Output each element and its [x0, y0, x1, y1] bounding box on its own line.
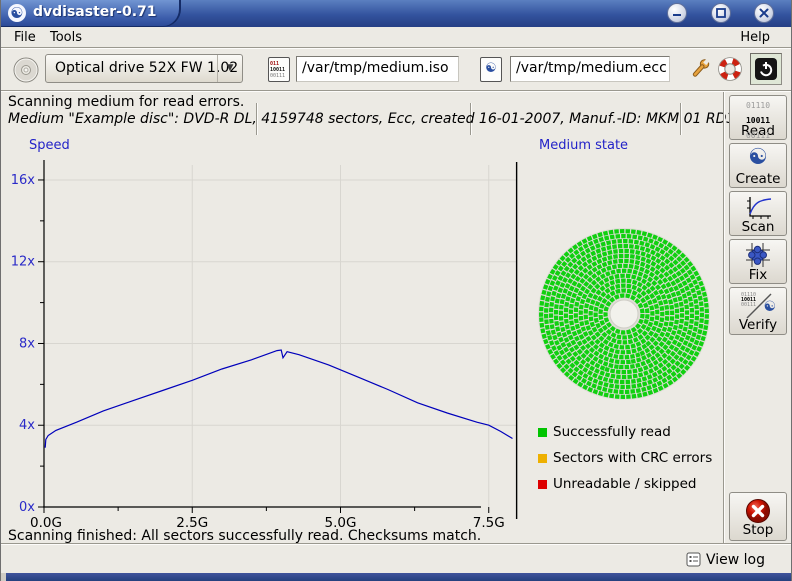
maximize-button[interactable]	[711, 3, 731, 23]
scan-button[interactable]: Scan	[729, 191, 787, 236]
svg-text:16x: 16x	[11, 173, 36, 188]
resize-corner[interactable]	[1, 573, 6, 581]
drive-selector-value: Optical drive 52X FW 1.02	[55, 60, 239, 76]
ecc-path-input[interactable]: /var/tmp/medium.ecc	[510, 56, 670, 82]
yin-yang-icon: ☯	[748, 145, 768, 170]
footer: View log	[1, 545, 791, 573]
dvdisaster-lifebuoy-icon[interactable]	[717, 56, 743, 86]
status-medium-info: Medium "Example disc": DVD-R DL, 4159748…	[8, 111, 749, 127]
read-icon: 01110 10011 00111	[745, 101, 771, 140]
window-resize-bar[interactable]	[1, 573, 791, 581]
stop-icon	[730, 496, 786, 523]
app-yin-yang-icon: ☯	[8, 4, 26, 22]
preferences-wrench-icon[interactable]	[687, 56, 713, 86]
legend-swatch-success	[538, 428, 547, 437]
window-title: dvdisaster-0.71	[33, 4, 157, 20]
create-button[interactable]: ☯ Create	[729, 143, 787, 188]
menu-bar: File Tools Help	[1, 27, 791, 47]
toolbar: Optical drive 52X FW 1.02 ▼ 011 10011 0011…	[1, 49, 791, 135]
title-bar[interactable]: ☯ dvdisaster-0.71	[1, 0, 791, 27]
separator	[1, 90, 791, 92]
ecc-file-icon: ☯	[480, 57, 502, 82]
menu-file[interactable]: File	[9, 29, 41, 46]
medium-state-disc	[538, 228, 710, 400]
verify-button[interactable]: 01110 10011 00111 ☯ Verify	[729, 287, 787, 335]
svg-text:12x: 12x	[11, 255, 36, 270]
status-action-text: Scanning medium for read errors.	[8, 94, 245, 110]
drive-selector[interactable]: Optical drive 52X FW 1.02 ▼	[45, 54, 243, 83]
medium-state-title: Medium state	[539, 138, 629, 153]
stop-button[interactable]: Stop	[729, 492, 787, 541]
fix-button[interactable]: Fix	[729, 239, 787, 284]
chevron-down-icon[interactable]: ▼	[217, 55, 242, 82]
speed-chart: 0x4x8x12x16x0.0G 2.5G 5.0G 7.5G	[11, 160, 518, 531]
verify-icon: 01110 10011 00111 ☯	[730, 291, 786, 318]
dvdisaster-window: ☯ dvdisaster-0.71 File Tools Help Optica…	[0, 0, 792, 581]
puzzle-piece-icon	[730, 241, 786, 268]
scan-chart-icon	[730, 193, 786, 220]
minimize-button[interactable]	[667, 3, 687, 23]
iso-path-input[interactable]: /var/tmp/medium.iso	[296, 56, 459, 82]
read-button[interactable]: 01110 10011 00111 Read	[729, 95, 787, 140]
quit-button[interactable]	[750, 53, 782, 85]
separator	[723, 92, 725, 543]
close-icon	[759, 8, 769, 18]
close-button[interactable]	[754, 3, 774, 23]
svg-text:4x: 4x	[19, 418, 35, 433]
result-text: Scanning finished: All sectors successfu…	[8, 528, 482, 544]
view-log-button[interactable]: View log	[686, 550, 765, 570]
legend-swatch-crc	[538, 454, 547, 463]
log-list-icon	[686, 552, 701, 567]
legend-swatch-unreadable	[538, 480, 547, 489]
iso-file-icon: 011 10011 00111	[268, 57, 290, 82]
minimize-icon	[673, 14, 681, 16]
svg-text:8x: 8x	[19, 336, 35, 351]
power-icon	[755, 58, 777, 80]
menu-tools[interactable]: Tools	[45, 29, 87, 46]
svg-text:0x: 0x	[19, 500, 35, 515]
menu-help[interactable]: Help	[735, 29, 775, 46]
optical-disc-icon	[13, 57, 39, 87]
maximize-icon	[716, 8, 726, 18]
